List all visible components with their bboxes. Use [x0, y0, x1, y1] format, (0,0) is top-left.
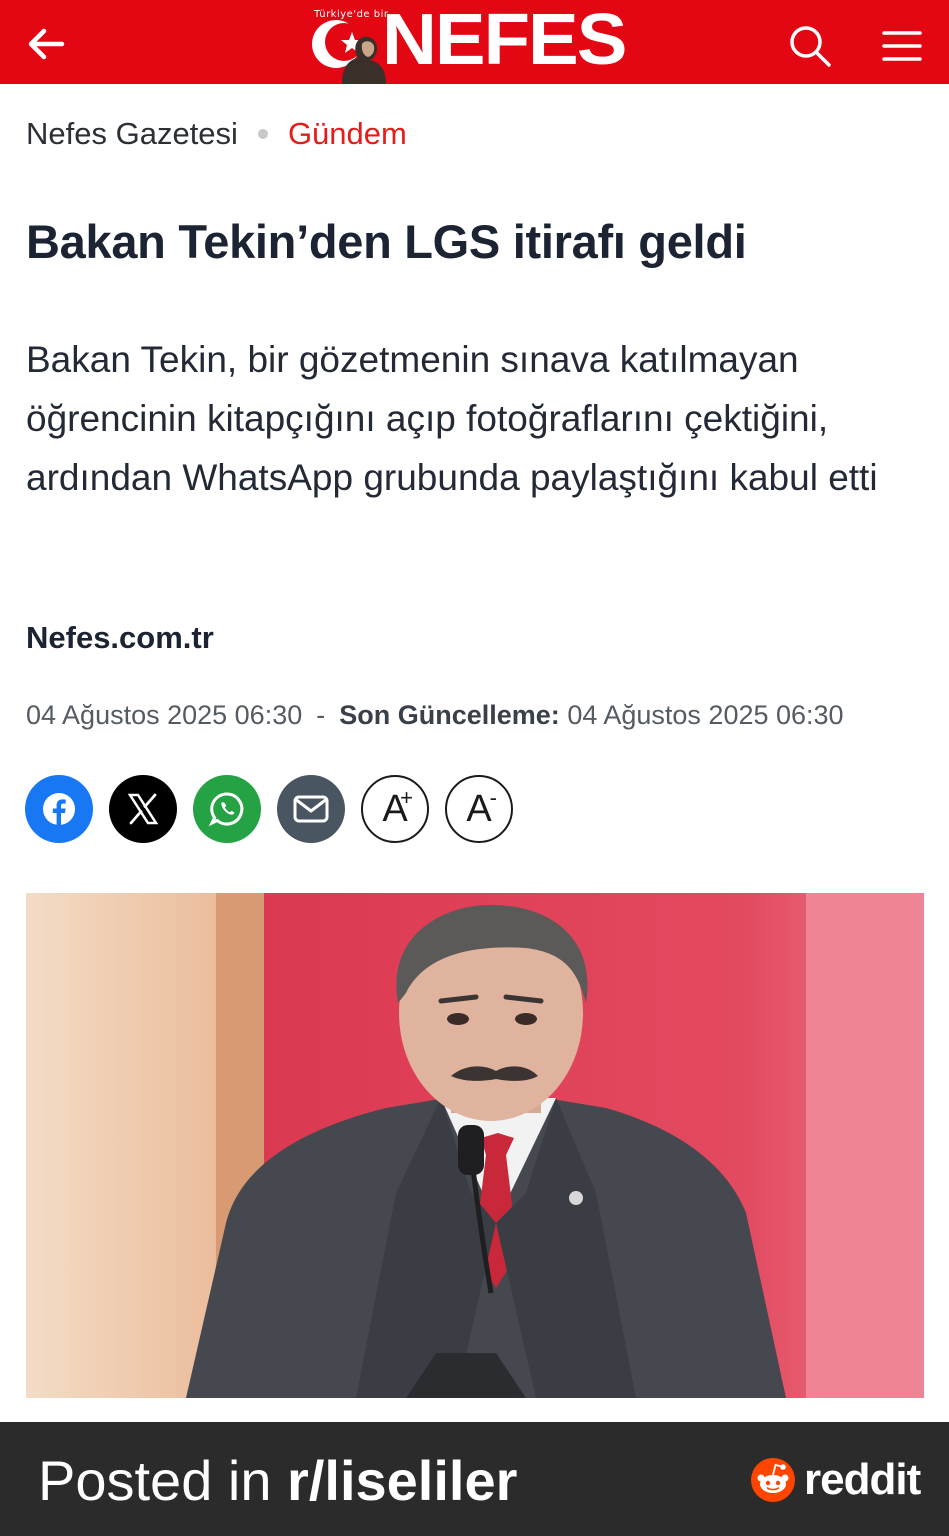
- top-bar: Türkiye'de bir NEFES: [0, 0, 949, 84]
- published-date: 04 Ağustos 2025 06:30: [26, 700, 303, 730]
- share-mail-button[interactable]: [277, 775, 345, 843]
- x-icon: [127, 793, 159, 825]
- date-separator: -: [316, 700, 326, 730]
- share-facebook-button[interactable]: [25, 775, 93, 843]
- breadcrumb-category-link[interactable]: Gündem: [288, 116, 407, 152]
- updated-date: 04 Ağustos 2025 06:30: [567, 700, 844, 730]
- hamburger-menu-icon: [882, 31, 922, 61]
- breadcrumb-site-link[interactable]: Nefes Gazetesi: [26, 116, 238, 152]
- reddit-snoo-icon: [751, 1458, 795, 1502]
- reddit-logo[interactable]: reddit: [750, 1455, 921, 1504]
- search-button[interactable]: [784, 20, 836, 72]
- article-photo: [26, 893, 924, 1398]
- breadcrumb: Nefes Gazetesi Gündem: [26, 112, 407, 156]
- share-whatsapp-button[interactable]: [193, 775, 261, 843]
- nefes-logo[interactable]: Türkiye'de bir NEFES: [306, 0, 646, 84]
- article-headline: Bakan Tekin’den LGS itirafı geldi: [26, 215, 747, 268]
- article-source: Nefes.com.tr: [26, 620, 214, 655]
- facebook-icon: [43, 793, 75, 825]
- crescent-star-portrait-icon: [312, 20, 386, 84]
- article-dateline: 04 Ağustos 2025 06:30- Son Güncelleme: 04…: [26, 700, 844, 731]
- menu-button[interactable]: [876, 20, 928, 72]
- subreddit-name[interactable]: r/liseliler: [287, 1449, 517, 1512]
- search-icon: [790, 26, 831, 67]
- minus-icon: -: [489, 785, 497, 810]
- font-decrease-button[interactable]: A -: [445, 775, 513, 843]
- font-increase-button[interactable]: A +: [361, 775, 429, 843]
- breadcrumb-separator-dot: [257, 129, 268, 139]
- back-arrow-icon: [28, 28, 65, 60]
- share-x-button[interactable]: [109, 775, 177, 843]
- reddit-attribution-bar: Posted in r/liseliler reddit: [0, 1422, 949, 1536]
- reddit-wordmark: reddit: [804, 1455, 921, 1504]
- whatsapp-icon: [208, 792, 244, 827]
- back-button[interactable]: [22, 22, 70, 66]
- posted-in-text: Posted in r/liseliler: [38, 1448, 517, 1513]
- speaker-portrait-image: [26, 893, 924, 1398]
- plus-icon: +: [400, 785, 413, 810]
- font-decrease-letter: A: [466, 787, 492, 830]
- posted-in-prefix: Posted in: [38, 1449, 288, 1512]
- article-summary: Bakan Tekin, bir gözetmenin sınava katıl…: [26, 339, 878, 498]
- share-toolbar: A + A -: [25, 775, 513, 843]
- mail-icon: [293, 795, 329, 823]
- logo-tagline: Türkiye'de bir: [314, 9, 389, 20]
- logo-wordmark: NEFES: [382, 0, 627, 80]
- updated-label: Son Güncelleme:: [339, 700, 560, 730]
